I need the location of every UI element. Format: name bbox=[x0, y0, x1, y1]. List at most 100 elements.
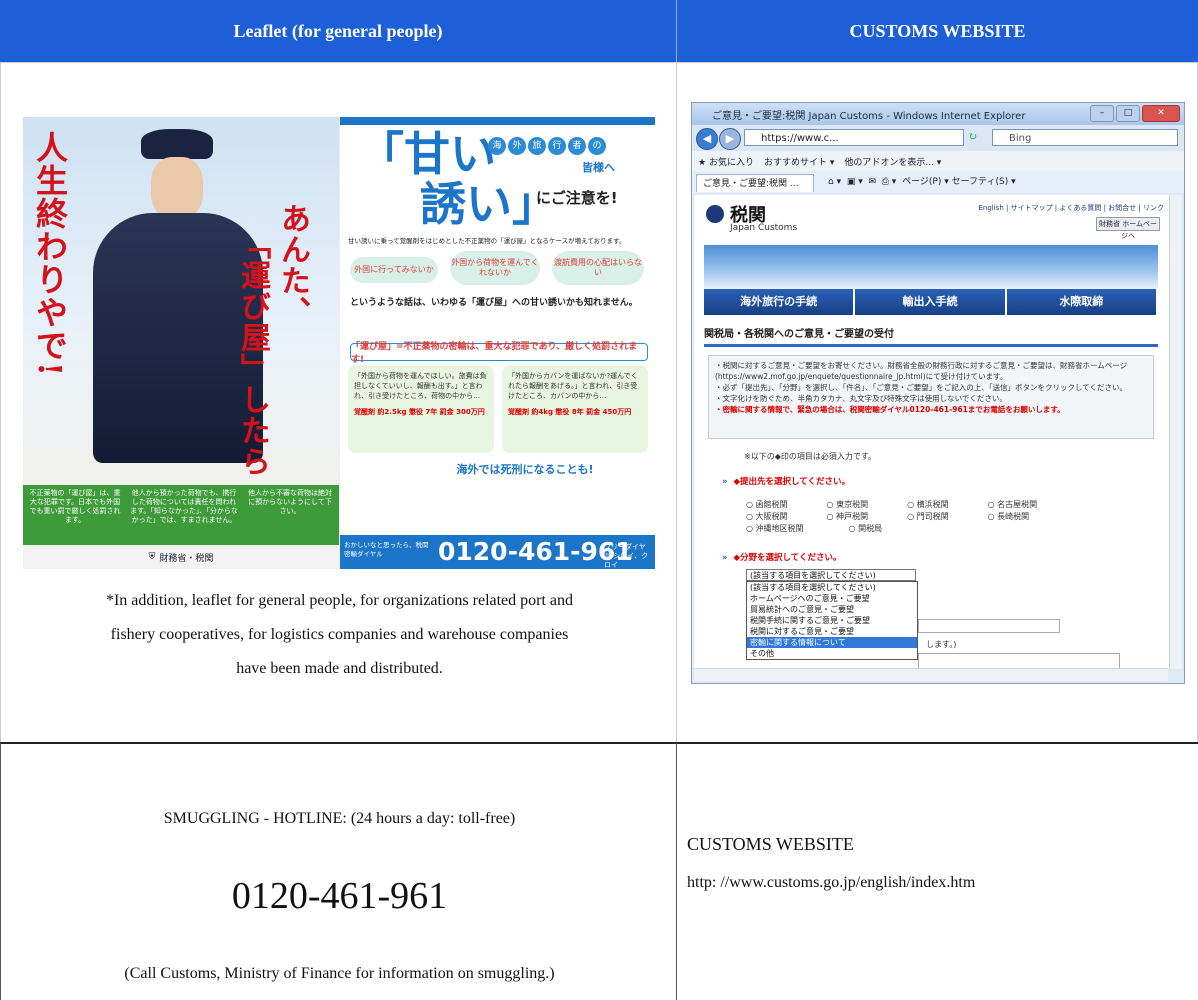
tab-bar: ご意見・ご要望:税関 ... ⌂ ▾ ▣ ▾ ✉ ⎙ ▾ ページ(P) ▾ セー… bbox=[692, 171, 1184, 193]
leaflet-left-panel: あんた、 「運び屋」したら 人生終わりやで! 不正薬物の「運び屋」は、重大な犯罪… bbox=[23, 117, 339, 569]
radio-moji[interactable]: ○ 門司税関 bbox=[907, 511, 985, 523]
radio-hakodate-label: 函館税関 bbox=[755, 500, 788, 509]
back-icon[interactable]: ◀ bbox=[696, 128, 718, 150]
notice-red: ・密輸に関する情報で、緊急の場合は、税関密輸ダイヤル0120-461-961まで… bbox=[715, 405, 1065, 414]
leaflet-subline: というような話は、いわゆる「運び屋」への甘い誘いかも知れません。 bbox=[350, 298, 638, 308]
note-line-3: have been made and distributed. bbox=[236, 660, 443, 677]
radio-osaka[interactable]: ○ 大阪税関 bbox=[746, 511, 824, 523]
site-nav: 海外旅行の手続 輸出入手続 水際取締 bbox=[704, 289, 1158, 315]
dropdown-option[interactable]: 貿易統計へのご意見・ご要望 bbox=[747, 604, 917, 615]
double-chevron-icon: » bbox=[722, 553, 728, 563]
leaflet-green-box-3: 他人から不審な荷物は絶対に預からないようにして下さい。 bbox=[248, 489, 332, 515]
web-page-content: 税関 Japan Customs English | サイトマップ | よくある… bbox=[694, 195, 1170, 669]
forward-icon[interactable]: ▶ bbox=[719, 128, 741, 150]
customs-emblem-icon bbox=[706, 205, 724, 223]
info-table: Leaflet (for general people) CUSTOMS WEB… bbox=[0, 0, 1198, 1000]
officer-cap-shape bbox=[141, 129, 213, 159]
hotline-note: (Call Customs, Ministry of Finance for i… bbox=[124, 965, 555, 982]
leaflet-band-tail: フリーダイヤル シロイ、クロイ bbox=[604, 543, 649, 569]
radio-tokyo[interactable]: ○ 東京税関 bbox=[827, 499, 905, 511]
browser-window: ご意見・ご要望:税関 Japan Customs - Windows Inter… bbox=[691, 102, 1185, 684]
leaflet-case-1-penalty: 覚醒剤 約2.5kg 懲役 7年 罰金 300万円 bbox=[354, 408, 485, 416]
url-input[interactable]: https://www.c... bbox=[744, 129, 964, 146]
hotline-number: 0120-461-961 bbox=[231, 875, 448, 917]
dropdown-option[interactable]: (該当する項目を選択してください) bbox=[747, 582, 917, 593]
radio-tariff-bureau[interactable]: ○ 関税局 bbox=[849, 523, 927, 535]
radio-nagasaki[interactable]: ○ 長崎税関 bbox=[988, 511, 1066, 523]
fav-item-2[interactable]: 他のアドオンを表示... ▾ bbox=[844, 155, 941, 168]
partial-label: します。) bbox=[926, 640, 957, 649]
minimize-icon[interactable]: – bbox=[1090, 105, 1114, 122]
address-bar-row: ◀ ▶ https://www.c... ↻ Bing bbox=[692, 125, 1184, 151]
nav-import-export[interactable]: 輸出入手続 bbox=[855, 289, 1007, 315]
leaflet-circle-3: 旅 bbox=[528, 137, 546, 155]
radio-kobe[interactable]: ○ 神戸税関 bbox=[827, 511, 905, 523]
feeds-icon[interactable]: ▣ ▾ bbox=[847, 177, 863, 187]
leaflet-vertical-text-3: 人生終わりやで! bbox=[31, 131, 69, 378]
leaflet-bubble-1: 外国に行ってみないか bbox=[350, 257, 438, 283]
home-icon[interactable]: ⌂ ▾ bbox=[828, 177, 841, 187]
question-destination-label: ◆提出先を選択してください。 bbox=[733, 477, 851, 487]
horizontal-scrollbar[interactable] bbox=[694, 668, 1168, 681]
radio-okinawa[interactable]: ○ 沖縄地区税関 bbox=[746, 523, 846, 535]
notice-1: ・税関に対するご意見・ご要望をお寄せください。財務省全般の財務行政に対するご意見… bbox=[715, 361, 1128, 381]
command-menus[interactable]: ページ(P) ▾ セーフティ(S) ▾ bbox=[902, 177, 1016, 187]
print-icon[interactable]: ⎙ ▾ bbox=[882, 177, 897, 187]
hotline-cell: SMUGGLING - HOTLINE: (24 hours a day: to… bbox=[0, 742, 677, 1000]
header-customs-website: CUSTOMS WEBSITE bbox=[677, 0, 1198, 63]
radio-yokohama-label: 横浜税関 bbox=[916, 500, 949, 509]
field-select[interactable]: (該当する項目を選択してください) bbox=[746, 569, 916, 581]
nav-border-control[interactable]: 水際取締 bbox=[1006, 289, 1158, 315]
dropdown-option[interactable]: 税関手続に関するご意見・ご要望 bbox=[747, 615, 917, 626]
leaflet-case-1: 「外国から荷物を運んでほしい。旅費は負担しなくていいし、報酬も出す。」と言われ、… bbox=[348, 365, 494, 453]
comment-textarea[interactable] bbox=[918, 653, 1120, 669]
leaflet-footer-org: 財務省・税関 bbox=[159, 553, 214, 564]
subject-input[interactable] bbox=[918, 619, 1060, 633]
notice-box: ・税関に対するご意見・ご要望をお寄せください。財務省全般の財務行政に対するご意見… bbox=[708, 355, 1154, 439]
leaflet-blue-top-bar bbox=[340, 117, 655, 125]
hotline-label: SMUGGLING - HOTLINE: (24 hours a day: to… bbox=[163, 810, 516, 827]
browser-title: ご意見・ご要望:税関 Japan Customs - Windows Inter… bbox=[712, 110, 1026, 122]
leaflet-intro: 甘い誘いに乗って覚醒剤をはじめとした不正薬物の「運び屋」となるケースが増えており… bbox=[348, 237, 626, 245]
radio-okinawa-label: 沖縄地区税関 bbox=[755, 524, 804, 533]
dropdown-option[interactable]: その他 bbox=[747, 648, 917, 659]
radio-tokyo-label: 東京税関 bbox=[836, 500, 869, 509]
radio-kobe-label: 神戸税関 bbox=[836, 512, 869, 521]
question-destination: » ◆提出先を選択してください。 bbox=[722, 475, 850, 487]
leaflet-bubble-3: 渡航費用の心配はいらない bbox=[552, 251, 644, 285]
leaflet-circle-4: 行 bbox=[548, 137, 566, 155]
search-input[interactable]: Bing bbox=[992, 129, 1178, 146]
website-url[interactable]: http: //www.customs.go.jp/english/index.… bbox=[687, 874, 975, 892]
destination-radios: ○ 函館税関 ○ 東京税関 ○ 横浜税関 ○ 名古屋税関 ○ 大阪税関 ○ 神戸… bbox=[746, 499, 1076, 535]
website-cell: CUSTOMS WEBSITE http: //www.customs.go.j… bbox=[677, 742, 1198, 1000]
close-icon[interactable]: ✕ bbox=[1142, 105, 1180, 122]
leaflet-case-2-penalty: 覚醒剤 約4kg 懲役 8年 罰金 450万円 bbox=[508, 408, 632, 416]
refresh-icon[interactable]: ↻ bbox=[968, 130, 977, 143]
mof-homepage-button[interactable]: 財務省 ホームページへ bbox=[1096, 217, 1160, 240]
nav-overseas-travel[interactable]: 海外旅行の手続 bbox=[704, 289, 856, 315]
leaflet-case-2-text: 「外国からカバンを運ばないか?運んでくれたら報酬をあげる。」と言われ、引き受けた… bbox=[508, 372, 638, 400]
dropdown-option-highlighted[interactable]: 密輸に関する情報について bbox=[747, 637, 917, 648]
leaflet-case-1-text: 「外国から荷物を運んでほしい。旅費は負担しなくていいし、報酬も出す。」と言われ、… bbox=[354, 372, 487, 400]
leaflet-case-2: 「外国からカバンを運ばないか?運んでくれたら報酬をあげる。」と言われ、引き受けた… bbox=[502, 365, 648, 453]
top-links[interactable]: English | サイトマップ | よくある質問 | お問合せ | リンク bbox=[978, 203, 1164, 213]
tab-customs[interactable]: ご意見・ご要望:税関 ... bbox=[696, 174, 814, 192]
favorites-button[interactable]: ★ お気に入り bbox=[698, 155, 754, 168]
radio-yokohama[interactable]: ○ 横浜税関 bbox=[907, 499, 985, 511]
leaflet-footer: ⛨ 財務省・税関 bbox=[23, 545, 339, 569]
site-banner bbox=[704, 245, 1158, 289]
radio-nagoya[interactable]: ○ 名古屋税関 bbox=[988, 499, 1066, 511]
fav-item-1[interactable]: おすすめサイト ▾ bbox=[764, 155, 834, 168]
radio-nagasaki-label: 長崎税関 bbox=[997, 512, 1030, 521]
maximize-icon[interactable]: □ bbox=[1116, 105, 1140, 122]
dropdown-option[interactable]: 税関に対するご意見・ご要望 bbox=[747, 626, 917, 637]
radio-hakodate[interactable]: ○ 函館税関 bbox=[746, 499, 824, 511]
command-bar: ⌂ ▾ ▣ ▾ ✉ ⎙ ▾ ページ(P) ▾ セーフティ(S) ▾ bbox=[828, 175, 1016, 189]
leaflet-green-box-1: 不正薬物の「運び屋」は、重大な犯罪です。日本でも外国でも重い罰で厳しく処罰されま… bbox=[29, 489, 121, 524]
note-line-1: *In addition, leaflet for general people… bbox=[105, 592, 574, 609]
leaflet-cell: あんた、 「運び屋」したら 人生終わりやで! 不正薬物の「運び屋」は、重大な犯罪… bbox=[0, 62, 677, 742]
vertical-scrollbar[interactable] bbox=[1169, 195, 1182, 669]
mail-icon[interactable]: ✉ bbox=[868, 177, 876, 187]
radio-moji-label: 門司税関 bbox=[916, 512, 949, 521]
dropdown-option[interactable]: ホームページへのご意見・ご要望 bbox=[747, 593, 917, 604]
